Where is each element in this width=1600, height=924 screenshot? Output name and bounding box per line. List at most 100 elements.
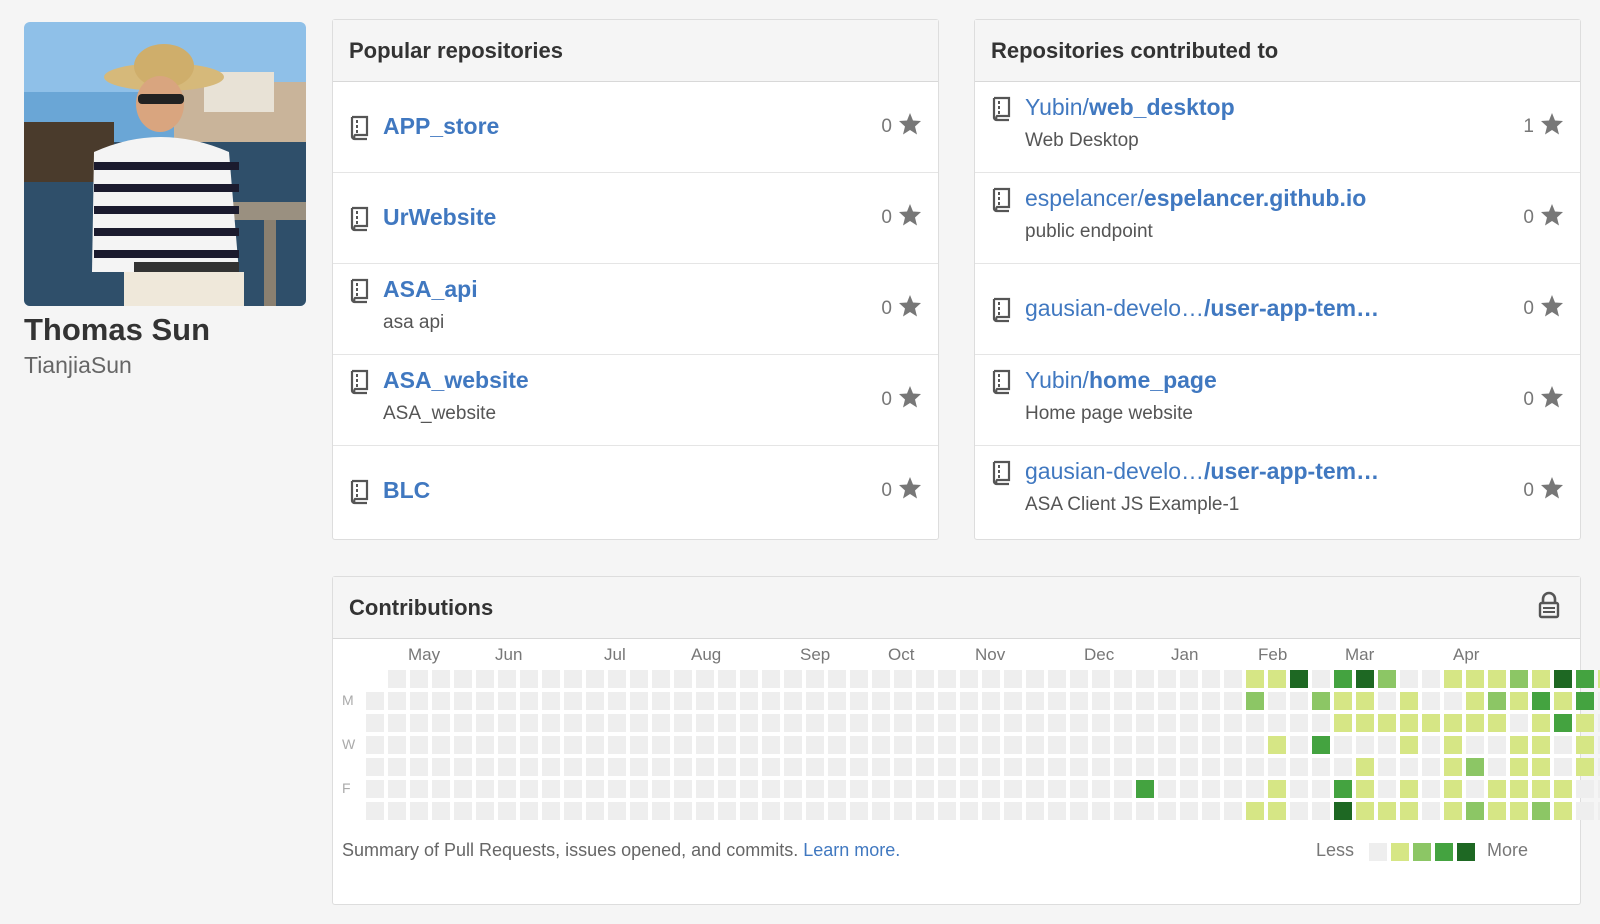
contribution-day[interactable] <box>1290 780 1308 798</box>
contribution-day[interactable] <box>1444 736 1462 754</box>
contribution-day[interactable] <box>1048 714 1066 732</box>
contribution-day[interactable] <box>762 780 780 798</box>
contribution-day[interactable] <box>1334 692 1352 710</box>
contribution-day[interactable] <box>1246 758 1264 776</box>
contribution-day[interactable] <box>608 714 626 732</box>
contribution-day[interactable] <box>894 758 912 776</box>
contribution-day[interactable] <box>630 736 648 754</box>
contribution-day[interactable] <box>1378 758 1396 776</box>
contribution-day[interactable] <box>1400 714 1418 732</box>
contribution-day[interactable] <box>718 758 736 776</box>
contribution-day[interactable] <box>1070 692 1088 710</box>
contribution-day[interactable] <box>498 692 516 710</box>
contribution-day[interactable] <box>674 780 692 798</box>
contribution-day[interactable] <box>1400 692 1418 710</box>
contribution-day[interactable] <box>1180 692 1198 710</box>
contribution-day[interactable] <box>1048 692 1066 710</box>
contribution-day[interactable] <box>366 714 384 732</box>
contribution-day[interactable] <box>630 670 648 688</box>
contribution-day[interactable] <box>586 692 604 710</box>
contribution-day[interactable] <box>1554 780 1572 798</box>
contribution-day[interactable] <box>498 758 516 776</box>
contribution-day[interactable] <box>1268 736 1286 754</box>
contribution-day[interactable] <box>1004 802 1022 820</box>
contribution-day[interactable] <box>762 692 780 710</box>
contribution-day[interactable] <box>432 714 450 732</box>
contribution-day[interactable] <box>520 780 538 798</box>
contribution-day[interactable] <box>586 670 604 688</box>
contribution-day[interactable] <box>850 736 868 754</box>
contribution-day[interactable] <box>1488 758 1506 776</box>
contribution-day[interactable] <box>982 802 1000 820</box>
repo-link[interactable]: espelancer/espelancer.github.io <box>1025 185 1366 212</box>
contribution-day[interactable] <box>1444 758 1462 776</box>
contribution-day[interactable] <box>916 692 934 710</box>
contribution-day[interactable] <box>1158 802 1176 820</box>
contribution-day[interactable] <box>1334 714 1352 732</box>
contribution-day[interactable] <box>1224 758 1242 776</box>
contribution-day[interactable] <box>1136 758 1154 776</box>
contribution-day[interactable] <box>1070 736 1088 754</box>
contribution-day[interactable] <box>1290 802 1308 820</box>
contribution-day[interactable] <box>608 780 626 798</box>
contribution-day[interactable] <box>1290 670 1308 688</box>
contribution-day[interactable] <box>652 670 670 688</box>
contribution-day[interactable] <box>1268 802 1286 820</box>
contribution-day[interactable] <box>696 802 714 820</box>
contribution-day[interactable] <box>872 670 890 688</box>
contribution-day[interactable] <box>1554 736 1572 754</box>
contribution-day[interactable] <box>960 692 978 710</box>
contribution-day[interactable] <box>1576 780 1594 798</box>
contribution-day[interactable] <box>1488 670 1506 688</box>
contribution-day[interactable] <box>1334 802 1352 820</box>
contribution-day[interactable] <box>1114 670 1132 688</box>
contribution-day[interactable] <box>696 670 714 688</box>
repo-link[interactable]: APP_store <box>383 113 499 140</box>
contribution-day[interactable] <box>410 692 428 710</box>
contribution-day[interactable] <box>806 736 824 754</box>
contribution-day[interactable] <box>366 758 384 776</box>
contribution-day[interactable] <box>1466 670 1484 688</box>
contribution-day[interactable] <box>1070 758 1088 776</box>
contribution-day[interactable] <box>410 736 428 754</box>
contribution-day[interactable] <box>454 758 472 776</box>
contribution-day[interactable] <box>1532 692 1550 710</box>
contribution-day[interactable] <box>388 692 406 710</box>
contribution-day[interactable] <box>542 692 560 710</box>
contribution-day[interactable] <box>520 736 538 754</box>
contribution-day[interactable] <box>1092 670 1110 688</box>
contribution-day[interactable] <box>630 780 648 798</box>
contribution-day[interactable] <box>498 736 516 754</box>
contribution-day[interactable] <box>410 670 428 688</box>
contribution-day[interactable] <box>806 758 824 776</box>
contribution-day[interactable] <box>1532 670 1550 688</box>
contribution-day[interactable] <box>1268 714 1286 732</box>
contribution-day[interactable] <box>410 714 428 732</box>
contribution-day[interactable] <box>828 692 846 710</box>
contribution-day[interactable] <box>608 736 626 754</box>
contribution-day[interactable] <box>696 714 714 732</box>
contribution-day[interactable] <box>476 802 494 820</box>
contribution-day[interactable] <box>410 780 428 798</box>
contribution-day[interactable] <box>388 758 406 776</box>
contribution-day[interactable] <box>916 736 934 754</box>
contribution-day[interactable] <box>894 736 912 754</box>
contribution-day[interactable] <box>828 802 846 820</box>
contribution-day[interactable] <box>1400 736 1418 754</box>
contribution-day[interactable] <box>828 758 846 776</box>
contribution-day[interactable] <box>1576 758 1594 776</box>
contribution-day[interactable] <box>828 780 846 798</box>
contribution-day[interactable] <box>1466 758 1484 776</box>
contribution-day[interactable] <box>1136 670 1154 688</box>
contribution-day[interactable] <box>1510 670 1528 688</box>
contribution-day[interactable] <box>366 692 384 710</box>
contribution-day[interactable] <box>674 692 692 710</box>
contribution-day[interactable] <box>1202 802 1220 820</box>
contribution-day[interactable] <box>1092 714 1110 732</box>
contribution-day[interactable] <box>454 802 472 820</box>
contribution-day[interactable] <box>1400 780 1418 798</box>
contribution-day[interactable] <box>1290 736 1308 754</box>
contribution-day[interactable] <box>1224 802 1242 820</box>
contribution-day[interactable] <box>740 714 758 732</box>
contribution-day[interactable] <box>1004 714 1022 732</box>
